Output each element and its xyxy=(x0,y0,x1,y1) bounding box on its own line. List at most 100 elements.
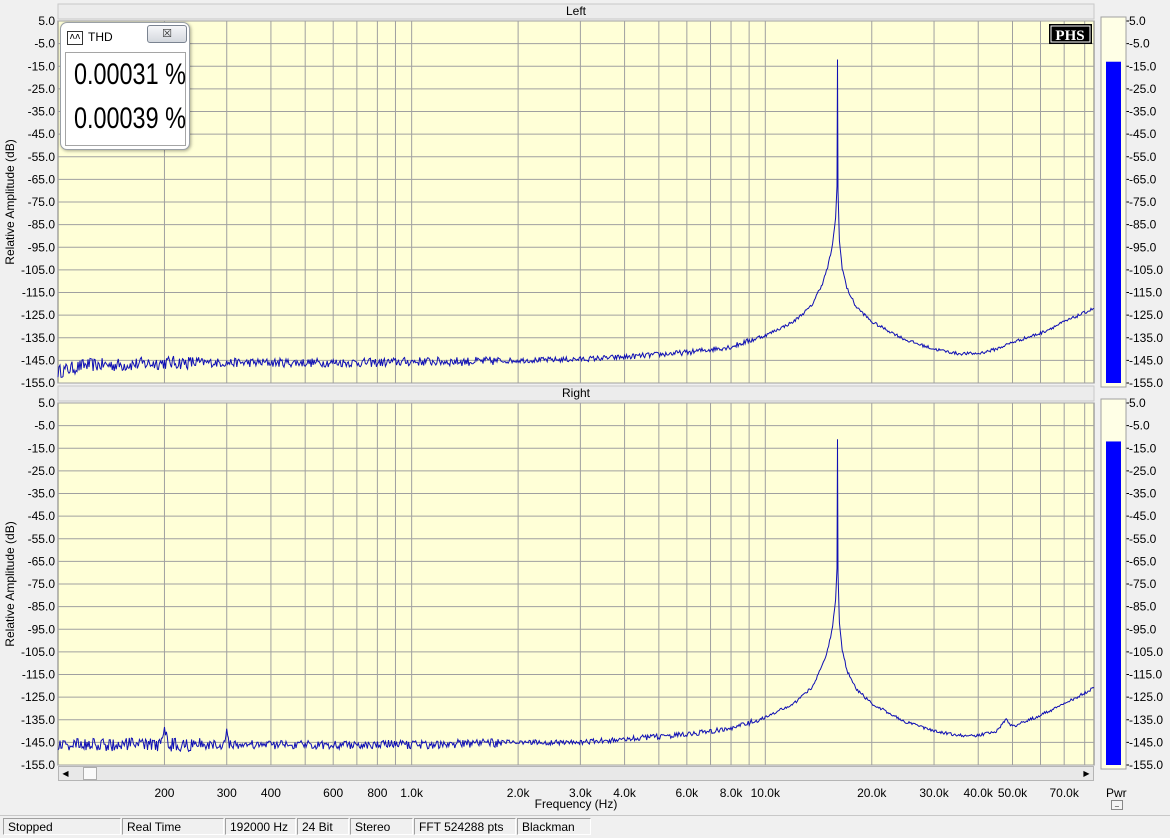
x-tick-label: 300 xyxy=(217,786,237,800)
x-tick-label: 200 xyxy=(154,786,174,800)
thd-value-left: 0.00031 % xyxy=(74,58,186,91)
y-tick-label: -155.0 xyxy=(21,376,55,390)
meter-tick-label: -135.0 xyxy=(1129,713,1163,727)
y-tick-label: -125.0 xyxy=(21,308,55,322)
panel-title: Right xyxy=(562,386,591,400)
meter-tick-label: -125.0 xyxy=(1129,308,1163,322)
meter-tick-label: -145.0 xyxy=(1129,735,1163,749)
scroll-thumb[interactable] xyxy=(83,767,97,780)
y-tick-label: -45.0 xyxy=(28,509,56,523)
meter-tick-label: -155.0 xyxy=(1129,376,1163,390)
close-icon[interactable]: ☒ xyxy=(147,25,187,43)
level-meter-bar xyxy=(1106,441,1121,765)
meter-label: Pwr xyxy=(1106,786,1127,800)
meter-tick-label: 5.0 xyxy=(1129,14,1146,28)
level-meter-bar xyxy=(1106,61,1121,383)
meter-tick-label: -15.0 xyxy=(1129,441,1157,455)
y-tick-label: -85.0 xyxy=(28,218,56,232)
y-tick-label: -105.0 xyxy=(21,645,55,659)
scroll-right-icon[interactable]: ▶ xyxy=(1080,767,1093,780)
y-tick-label: -35.0 xyxy=(28,487,56,501)
y-tick-label: -115.0 xyxy=(22,668,55,682)
y-tick-label: -105.0 xyxy=(21,263,55,277)
y-tick-label: -135.0 xyxy=(21,713,55,727)
horizontal-scrollbar[interactable]: ◀ ▶ xyxy=(58,766,1094,781)
meter-resize-icon[interactable]: _ xyxy=(1111,800,1123,810)
thd-window[interactable]: ʌʌ THD ☒ 0.00031 % 0.00039 % xyxy=(60,22,190,150)
meter-tick-label: -85.0 xyxy=(1129,600,1157,614)
y-tick-label: -25.0 xyxy=(28,82,56,96)
status-fft-size: FFT 524288 pts xyxy=(414,818,516,835)
x-tick-label: 8.0k xyxy=(720,786,744,800)
y-tick-label: -95.0 xyxy=(28,622,56,636)
status-bit-depth: 24 Bit xyxy=(297,818,349,835)
y-tick-label: -65.0 xyxy=(28,172,56,186)
y-tick-label: -115.0 xyxy=(22,286,55,300)
x-tick-label: 800 xyxy=(367,786,387,800)
meter-tick-label: -145.0 xyxy=(1129,353,1163,367)
meter-tick-label: -75.0 xyxy=(1129,195,1157,209)
meter-tick-label: -35.0 xyxy=(1129,105,1157,119)
meter-tick-label: 5.0 xyxy=(1129,396,1146,410)
status-window: Blackman xyxy=(517,818,591,835)
thd-readout: 0.00031 % 0.00039 % xyxy=(65,52,186,146)
y-tick-label: -75.0 xyxy=(28,577,56,591)
y-tick-label: -5.0 xyxy=(34,37,55,51)
meter-tick-label: -95.0 xyxy=(1129,622,1157,636)
x-tick-label: 40.0k xyxy=(964,786,994,800)
x-tick-label: 400 xyxy=(261,786,281,800)
meter-tick-label: -35.0 xyxy=(1129,487,1157,501)
y-tick-label: -15.0 xyxy=(28,441,56,455)
status-mode: Real Time xyxy=(122,818,224,835)
y-tick-label: -35.0 xyxy=(28,105,56,119)
meter-tick-label: -25.0 xyxy=(1129,464,1157,478)
meter-tick-label: -95.0 xyxy=(1129,240,1157,254)
y-tick-label: -55.0 xyxy=(28,150,56,164)
meter-tick-label: -115.0 xyxy=(1129,668,1162,682)
thd-titlebar[interactable]: ʌʌ THD ☒ xyxy=(61,23,189,49)
y-tick-label: -65.0 xyxy=(28,554,56,568)
meter-tick-label: -25.0 xyxy=(1129,82,1157,96)
scroll-left-icon[interactable]: ◀ xyxy=(59,767,72,780)
status-state: Stopped xyxy=(3,818,121,835)
meter-tick-label: -45.0 xyxy=(1129,127,1157,141)
y-tick-label: -95.0 xyxy=(28,240,56,254)
x-tick-label: 50.0k xyxy=(998,786,1028,800)
y-tick-label: -45.0 xyxy=(28,127,56,141)
meter-tick-label: -65.0 xyxy=(1129,172,1157,186)
watermark-badge: PHS xyxy=(1049,24,1092,44)
meter-tick-label: -5.0 xyxy=(1129,37,1150,51)
y-tick-label: -125.0 xyxy=(21,690,55,704)
status-channels: Stereo xyxy=(350,818,413,835)
y-axis-label: Relative Amplitude (dB) xyxy=(3,521,17,646)
status-bar: Stopped Real Time 192000 Hz 24 Bit Stere… xyxy=(0,815,1170,838)
meter-tick-label: -75.0 xyxy=(1129,577,1157,591)
x-tick-label: 6.0k xyxy=(676,786,700,800)
thd-value-right: 0.00039 % xyxy=(74,102,186,135)
x-tick-label: 1.0k xyxy=(400,786,424,800)
meter-tick-label: -55.0 xyxy=(1129,150,1157,164)
x-tick-label: 20.0k xyxy=(857,786,887,800)
x-tick-label: 30.0k xyxy=(919,786,949,800)
meter-tick-label: -125.0 xyxy=(1129,690,1163,704)
y-tick-label: -85.0 xyxy=(28,600,56,614)
x-tick-label: 10.0k xyxy=(751,786,781,800)
meter-tick-label: -5.0 xyxy=(1129,419,1150,433)
thd-title: THD xyxy=(88,30,113,44)
y-axis-label: Relative Amplitude (dB) xyxy=(3,139,17,264)
meter-tick-label: -155.0 xyxy=(1129,758,1163,772)
y-tick-label: -135.0 xyxy=(21,331,55,345)
status-sample-rate: 192000 Hz xyxy=(225,818,296,835)
y-tick-label: -25.0 xyxy=(28,464,56,478)
y-tick-label: -145.0 xyxy=(21,735,55,749)
meter-tick-label: -135.0 xyxy=(1129,331,1163,345)
meter-tick-label: -55.0 xyxy=(1129,532,1157,546)
y-tick-label: -75.0 xyxy=(28,195,56,209)
y-tick-label: -155.0 xyxy=(21,758,55,772)
chart-panel-right: Right 5.0 5.0 -5.0 -5.0 -15.0 -15.0 -25.0 -25.0 -… xyxy=(3,385,1163,772)
panel-title: Left xyxy=(566,4,587,18)
meter-tick-label: -65.0 xyxy=(1129,554,1157,568)
meter-tick-label: -45.0 xyxy=(1129,509,1157,523)
meter-tick-label: -115.0 xyxy=(1129,286,1162,300)
meter-tick-label: -85.0 xyxy=(1129,218,1157,232)
